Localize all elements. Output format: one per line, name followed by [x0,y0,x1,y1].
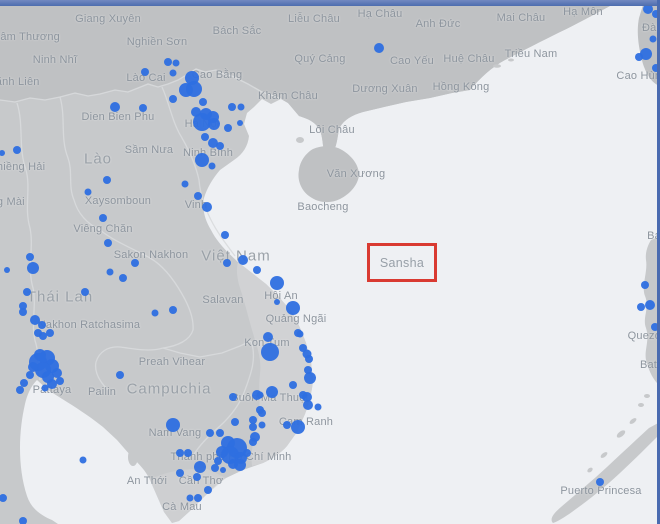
map-label-thai-lan: Thái Lan [27,289,93,306]
map-label-ninh-nhi: Ninh Nhĩ [33,54,77,66]
map-label-quang-ngai: Quảng Ngãi [266,313,327,325]
map-label-pattaya: Pattaya [33,384,72,396]
sansha-highlight-box: Sansha [367,243,437,282]
map-label-thanh-pho-ho-chi-minh: Thành phố Hồ Chí Minh [171,451,292,463]
map-label-pailin: Pailin [88,386,116,398]
sansha-label: Sansha [380,256,424,270]
map-label-hong-kong: Hồng Kông [433,81,490,93]
map-label-cao-bang: Cao Bằng [192,69,243,81]
map-label-sam-nua: Sầm Nưa [125,144,174,156]
map-label-hue-chau: Huệ Châu [443,53,494,65]
map-label-xaysomboun: Xaysomboun [85,195,151,207]
map-label-loi-chau: Lôi Châu [309,124,355,136]
map-label-sakon-nakhon: Sakon Nakhon [114,249,189,261]
map-label-ha-noi: Hà Nội [185,118,220,130]
map-label-ninh-binh: Ninh Bình [183,147,233,159]
map-label-trieu-nam: Triều Nam [505,48,558,60]
map-label-nghien-son: Nghiền Sơn [127,36,188,48]
map-label-mai-chau: Mai Châu [497,12,546,24]
map-label-chieng-mai: Chiềng Mài [0,196,25,208]
map-label-giang-xuyen: Giang Xuyên [75,13,141,25]
map-label-ha-chau: Hạ Châu [358,8,403,20]
map-label-lao: Lào [84,151,112,168]
map-label-viet-nam: Việt Nam [201,248,270,265]
map-label-lao-cai: Lào Cai [126,72,165,84]
map-label-lieu-chau: Liễu Châu [288,13,340,25]
map-label-duong-xuan: Dương Xuân [352,83,418,95]
map-label-ha-mon: Hạ Môn [563,6,603,18]
map-label-van-xuong: Văn Xương [327,168,386,180]
map-label-cam-ranh: Cam Ranh [279,416,333,428]
map-label-manh-lien: Mãnh Liên [0,76,40,88]
map-label-can-tho: Cần Thơ [179,475,224,487]
map-label-hoi-an: Hội An [264,290,298,302]
map-label-baocheng: Baocheng [297,201,348,213]
map-label-buon-ma-thuot: Buôn Ma Thuột [231,392,309,404]
map-label-cao-yeu: Cao Yếu [390,55,434,67]
label-layer: Giang Xuyên Lâm Thương Bách Sắc Liễu Châu Hạ… [0,0,660,524]
map-label-an-thoi: An Thới [127,475,167,487]
map-label-lam-thuong: Lâm Thương [0,31,60,43]
map-label-campuchia: Campuchia [127,381,212,398]
window-top-edge [0,0,660,6]
map-label-puerto-princesa: Puerto Princesa [560,485,641,497]
map-label-vieng-chan: Viêng Chăn [73,223,132,235]
map-label-cao-hung: Cao Hùng [616,70,660,82]
map-label-quy-cang: Quý Cảng [294,53,345,65]
map-label-vinh: Vinh [185,199,208,211]
map-label-ca-mau: Cà Mau [162,501,202,513]
map-label-quezon-city: Quezon City [628,330,660,342]
map-label-preah-vihear: Preah Vihear [139,356,205,368]
map-label-dien-bien-phu: Dien Bien Phu [82,111,155,123]
map-label-nam-vang: Nam Vang [149,427,202,439]
map-label-kon-tum: Kon Tum [244,337,289,349]
map-label-salavan: Salavan [202,294,243,306]
map-label-kham-chau: Khâm Châu [258,90,318,102]
map-screen: Giang Xuyên Lâm Thương Bách Sắc Liễu Châu Hạ… [0,0,660,524]
map-label-bach-sac: Bách Sắc [213,25,262,37]
map-label-nakhon-ratchasima: Nakhon Ratchasima [38,319,140,331]
map-label-chieng-hai: Chiềng Hải [0,161,45,173]
map-label-anh-đuc: Anh Đức [416,18,461,30]
